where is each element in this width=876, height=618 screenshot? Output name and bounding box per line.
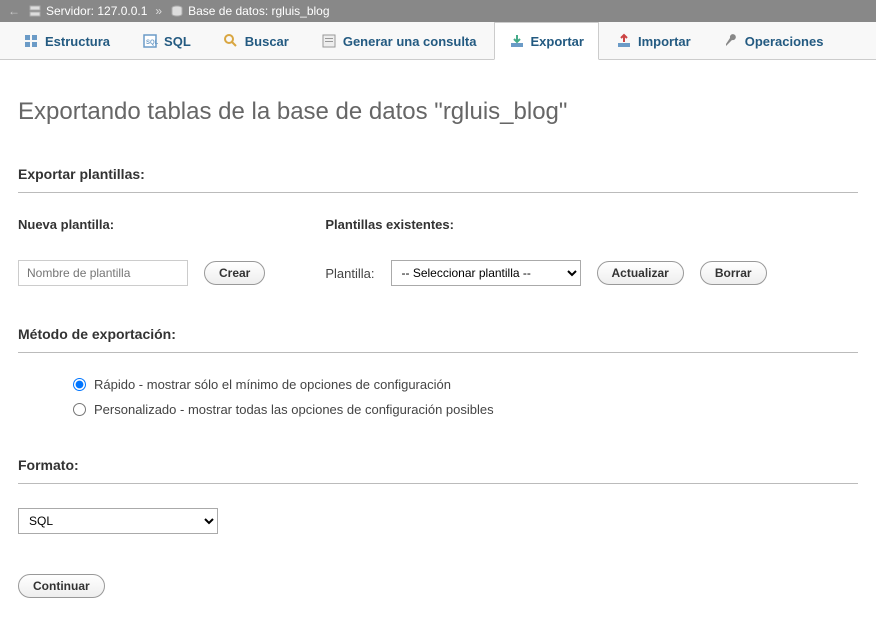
method-quick-label: Rápido - mostrar sólo el mínimo de opcio…: [94, 377, 451, 392]
update-button[interactable]: Actualizar: [597, 261, 684, 285]
breadcrumb: ← Servidor: 127.0.0.1 » Base de datos: r…: [0, 0, 876, 22]
tab-estructura[interactable]: Estructura: [8, 22, 125, 59]
back-arrow-icon[interactable]: ←: [8, 4, 20, 18]
format-heading: Formato:: [18, 457, 858, 473]
tab-importar[interactable]: Importar: [601, 22, 706, 59]
breadcrumb-server[interactable]: Servidor: 127.0.0.1: [46, 4, 147, 18]
wrench-icon: [723, 33, 739, 49]
continue-button[interactable]: Continuar: [18, 574, 105, 598]
structure-icon: [23, 33, 39, 49]
template-select[interactable]: -- Seleccionar plantilla --: [391, 260, 581, 286]
breadcrumb-database[interactable]: Base de datos: rgluis_blog: [188, 4, 329, 18]
import-icon: [616, 33, 632, 49]
template-name-input[interactable]: [18, 260, 188, 286]
format-select[interactable]: SQL: [18, 508, 218, 534]
breadcrumb-separator: »: [155, 4, 162, 18]
delete-button[interactable]: Borrar: [700, 261, 767, 285]
tabs-nav: Estructura SQL SQL Buscar Generar una co…: [0, 22, 876, 60]
server-icon: [28, 4, 42, 18]
database-icon: [170, 4, 184, 18]
export-method-heading: Método de exportación:: [18, 326, 858, 342]
create-button[interactable]: Crear: [204, 261, 265, 285]
tab-exportar[interactable]: Exportar: [494, 22, 599, 60]
method-custom-label: Personalizado - mostrar todas las opcion…: [94, 402, 494, 417]
tab-buscar[interactable]: Buscar: [208, 22, 304, 59]
existing-template-col: Plantillas existentes: Plantilla: -- Sel…: [325, 217, 766, 286]
tab-generar[interactable]: Generar una consulta: [306, 22, 492, 59]
new-template-col: Nueva plantilla: Crear: [18, 217, 265, 286]
method-quick-radio[interactable]: [73, 378, 86, 391]
query-icon: [321, 33, 337, 49]
svg-text:SQL: SQL: [146, 40, 158, 46]
export-icon: [509, 33, 525, 49]
plantilla-label: Plantilla:: [325, 266, 374, 281]
method-custom-radio[interactable]: [73, 403, 86, 416]
sql-icon: SQL: [142, 33, 158, 49]
new-template-label: Nueva plantilla:: [18, 217, 265, 232]
export-templates-heading: Exportar plantillas:: [18, 166, 858, 182]
tab-operaciones[interactable]: Operaciones: [708, 22, 839, 59]
content-area: Exportando tablas de la base de datos "r…: [0, 60, 876, 618]
existing-templates-label: Plantillas existentes:: [325, 217, 766, 232]
search-icon: [223, 33, 239, 49]
tab-sql[interactable]: SQL SQL: [127, 22, 206, 59]
page-title: Exportando tablas de la base de datos "r…: [18, 98, 858, 126]
